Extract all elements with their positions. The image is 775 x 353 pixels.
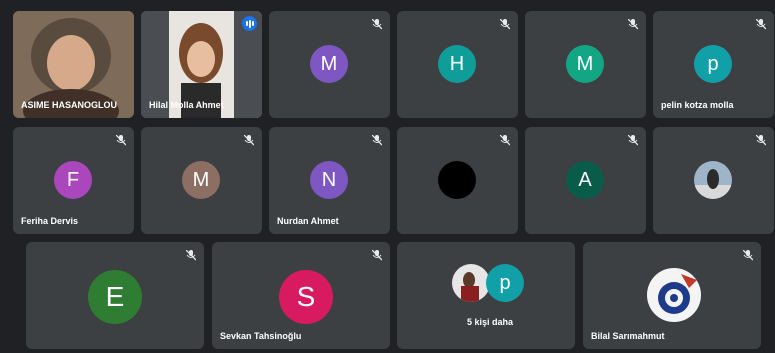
participant-avatar: M xyxy=(182,161,220,199)
participant-tile-nurdan[interactable]: N Nurdan Ahmet xyxy=(269,127,390,234)
mic-off-icon xyxy=(500,19,510,30)
mic-off-icon xyxy=(116,135,126,146)
participant-name: Bilal Sarımahmut xyxy=(591,331,665,341)
participant-avatar xyxy=(694,161,732,199)
mic-off-icon xyxy=(372,135,382,146)
participant-avatar: A xyxy=(566,161,604,199)
participant-avatar: M xyxy=(566,45,604,83)
participant-avatar: p xyxy=(486,264,524,302)
participant-tile-e[interactable]: E xyxy=(26,242,204,349)
participant-avatar: E xyxy=(88,270,142,324)
participant-tile-photo[interactable] xyxy=(653,127,774,234)
participant-avatar: F xyxy=(54,161,92,199)
participant-name: ASIME HASANOGLOU xyxy=(21,100,118,110)
overflow-participants-tile[interactable]: p 5 kişi daha xyxy=(397,242,575,349)
mic-off-icon xyxy=(756,19,766,30)
participant-tile-h[interactable]: H xyxy=(397,11,518,118)
meeting-grid: ASIME HASANOGLOU Hilal Molla Ahmet M H M… xyxy=(0,0,775,353)
participant-name: Nurdan Ahmet xyxy=(277,216,339,226)
participant-tile-bilal[interactable]: Bilal Sarımahmut xyxy=(583,242,761,349)
participant-tile-sevkan[interactable]: S Sevkan Tahsinoğlu xyxy=(212,242,390,349)
mic-off-icon xyxy=(372,19,382,30)
participant-avatar xyxy=(647,268,701,322)
mic-off-icon xyxy=(628,19,638,30)
mic-off-icon xyxy=(500,135,510,146)
participant-tile-asime[interactable]: ASIME HASANOGLOU xyxy=(13,11,134,118)
mic-off-icon xyxy=(186,250,196,261)
participant-name: Feriha Dervis xyxy=(21,216,79,226)
mic-off-icon xyxy=(244,135,254,146)
mic-off-icon xyxy=(372,250,382,261)
mic-off-icon xyxy=(628,135,638,146)
participant-tile-m1[interactable]: M xyxy=(269,11,390,118)
participant-avatar: p xyxy=(694,45,732,83)
mic-off-icon xyxy=(756,135,766,146)
mic-off-icon xyxy=(743,250,753,261)
participant-tile-hilal[interactable]: Hilal Molla Ahmet xyxy=(141,11,262,118)
participant-avatar: N xyxy=(310,161,348,199)
participant-name: Hilal Molla Ahmet xyxy=(149,100,224,110)
participant-tile-m2[interactable]: M xyxy=(525,11,646,118)
participant-tile-pelin[interactable]: p pelin kotza molla xyxy=(653,11,774,118)
participant-name: pelin kotza molla xyxy=(661,100,734,110)
participant-avatar: S xyxy=(279,270,333,324)
participant-tile-m3[interactable]: M xyxy=(141,127,262,234)
participant-avatar xyxy=(438,161,476,199)
overflow-count-label: 5 kişi daha xyxy=(467,317,514,327)
participant-tile-a[interactable]: A xyxy=(525,127,646,234)
participant-tile-feriha[interactable]: F Feriha Dervis xyxy=(13,127,134,234)
participant-avatar: M xyxy=(310,45,348,83)
participant-tile-black[interactable] xyxy=(397,127,518,234)
participant-avatar: H xyxy=(438,45,476,83)
participant-avatar xyxy=(452,264,490,302)
participant-name: Sevkan Tahsinoğlu xyxy=(220,331,302,341)
speaking-indicator-icon xyxy=(242,16,257,31)
